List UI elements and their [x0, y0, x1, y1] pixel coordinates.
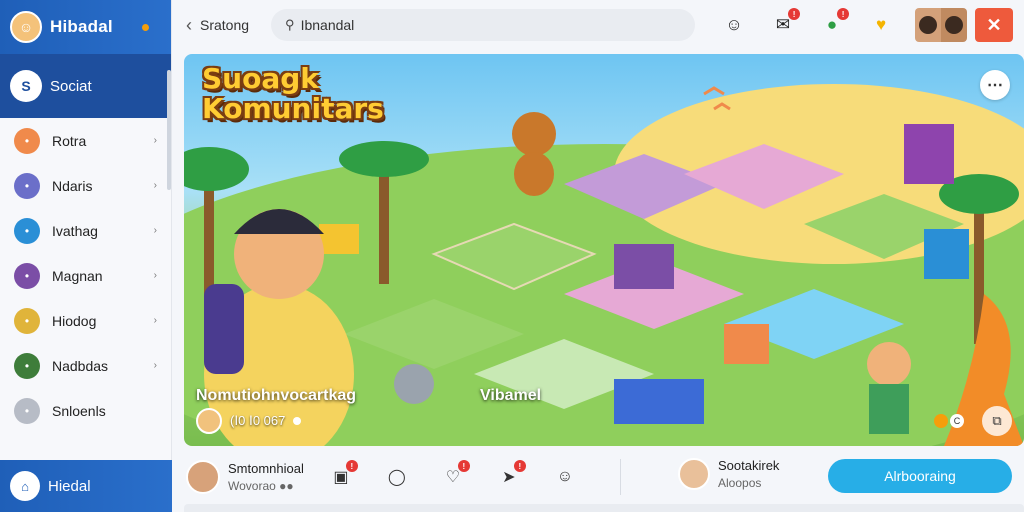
more-options-button[interactable]: ⋯ — [980, 70, 1010, 100]
profile-icon[interactable]: ☺ — [554, 466, 576, 488]
author2-sub: Aloopos — [718, 476, 762, 490]
sidebar-footer[interactable]: ⌂ Hiedal — [0, 460, 172, 512]
user-search-icon[interactable]: ☺ — [723, 14, 745, 36]
sidebar-item-label: Ivathag — [52, 222, 98, 239]
notification-badge: ! — [788, 8, 801, 20]
author-name: Smtomnhioal — [228, 461, 304, 476]
notification-badge: ! — [345, 460, 358, 472]
chevron-left-icon: ‹ — [186, 14, 192, 35]
chevron-right-icon: › — [153, 180, 157, 191]
flame-icon: • — [14, 127, 40, 154]
hero-controls: C ⧉ — [934, 406, 1012, 436]
avatar[interactable] — [196, 408, 222, 434]
sidebar-item-6[interactable]: • Snloenls — [0, 388, 171, 433]
sidebar-item-label: Magnan — [52, 267, 103, 284]
search-icon: ⚲ — [285, 17, 295, 32]
sidebar-title: Hibadal — [50, 17, 113, 36]
like-icon[interactable]: ♡! — [442, 460, 470, 488]
sidebar-item-2[interactable]: • Ivathag › — [0, 208, 171, 253]
link-icon: • — [14, 172, 40, 199]
sidebar-item-3[interactable]: • Magnan › — [0, 253, 171, 298]
content-strip — [184, 504, 1024, 512]
back-button[interactable]: ‹ Sratong — [186, 15, 249, 36]
sidebar-item-5[interactable]: • Nadbdas › — [0, 343, 171, 388]
green-status-icon[interactable]: ●! — [821, 8, 850, 36]
back-label: Sratong — [200, 17, 250, 33]
chat-icon[interactable]: ✉! — [772, 8, 801, 36]
hero-meta-text: (Ⅰ0 Ⅰ0 067 — [230, 413, 286, 428]
share-icon[interactable]: ⧉ — [982, 406, 1012, 436]
community-icon: S — [10, 70, 42, 102]
orange-dot-icon — [934, 414, 948, 428]
avatar[interactable]: ☺ — [10, 11, 42, 43]
chevron-right-icon: › — [153, 315, 157, 326]
chevron-right-icon: › — [153, 270, 157, 281]
sidebar-item-4[interactable]: • Hiodog › — [0, 298, 171, 343]
sidebar-item-label: Snloenls — [52, 402, 106, 419]
comment-icon[interactable]: ◯ — [386, 466, 408, 488]
avatar[interactable] — [678, 458, 710, 490]
sidebar-footer-label: Hiedal — [48, 477, 91, 495]
profile-avatars[interactable] — [915, 8, 968, 42]
sidebar: ☺ Hibadal S Sociat • Rotra › • Ndaris › • Ivath… — [0, 0, 172, 512]
bottom-bar: Smtomnhioal Wovorao ●● ▣! ◯ ♡! ➤! ☺ Soot… — [172, 450, 1024, 504]
hero-caption-left: Nomutiohnvocartkag — [196, 387, 357, 404]
chevron-right-icon: › — [153, 360, 157, 371]
share-arrow-icon[interactable]: ➤! — [498, 460, 526, 488]
top-bar: ‹ Sratong ⚲ ☺ ✉! ●! ♥ ✕ — [172, 0, 1024, 50]
sidebar-item-label: Sociat — [50, 77, 92, 95]
sidebar-item-label: Nadbdas — [52, 357, 109, 374]
avatar[interactable] — [186, 460, 220, 494]
follow-button[interactable]: Alrbooraing — [828, 459, 1012, 493]
notification-badge: ! — [837, 8, 850, 20]
avatar-icon: • — [14, 397, 40, 424]
sidebar-header[interactable]: ☺ Hibadal — [0, 0, 171, 54]
dot-icon — [293, 417, 302, 425]
hero-title-line2: Komunitars — [202, 92, 384, 125]
search-box[interactable]: ⚲ — [271, 9, 696, 41]
author-sub: Wovorao ●● — [228, 479, 294, 493]
sidebar-item-0[interactable]: • Rotra › — [0, 118, 171, 163]
post-icon[interactable]: ▣! — [330, 460, 358, 488]
hero-meta: (Ⅰ0 Ⅰ0 067 — [196, 408, 302, 434]
search-input[interactable] — [300, 17, 682, 33]
hero-ctrl-label[interactable]: C — [950, 414, 964, 428]
hero-banner[interactable]: Suoagk Komunitars ⋯ Nomutiohnvocartkag V… — [184, 54, 1024, 446]
sidebar-item-label: Rotra — [52, 132, 87, 149]
tag-icon: • — [14, 217, 40, 244]
author-info[interactable]: Smtomnhioal Wovorao ●● — [186, 460, 304, 494]
sidebar-item-active[interactable]: S Sociat — [0, 54, 171, 118]
hero-title: Suoagk Komunitars — [202, 64, 384, 124]
person-icon: • — [14, 352, 40, 379]
hero-caption-mid: Vibamel — [480, 387, 542, 404]
divider — [619, 459, 621, 495]
author2-name: Sootakirek — [718, 458, 780, 473]
face-icon: • — [14, 307, 40, 334]
status-dot — [142, 23, 149, 31]
user-icon: • — [14, 262, 40, 289]
sidebar-item-label: Hiodog — [52, 312, 97, 329]
home-icon: ⌂ — [10, 471, 40, 501]
chevron-right-icon: › — [153, 135, 157, 146]
sidebar-item-1[interactable]: • Ndaris › — [0, 163, 171, 208]
close-button[interactable]: ✕ — [975, 8, 1014, 42]
notification-badge: ! — [513, 460, 526, 472]
heart-icon[interactable]: ♥ — [870, 14, 892, 36]
sidebar-item-label: Ndaris — [52, 177, 93, 194]
notification-badge: ! — [457, 460, 470, 472]
chevron-right-icon: › — [153, 225, 157, 236]
author2-info[interactable]: Sootakirek Aloopos — [678, 458, 779, 490]
hero-title-line1: Suoagk — [202, 62, 319, 95]
sidebar-scrollbar[interactable] — [167, 70, 171, 190]
